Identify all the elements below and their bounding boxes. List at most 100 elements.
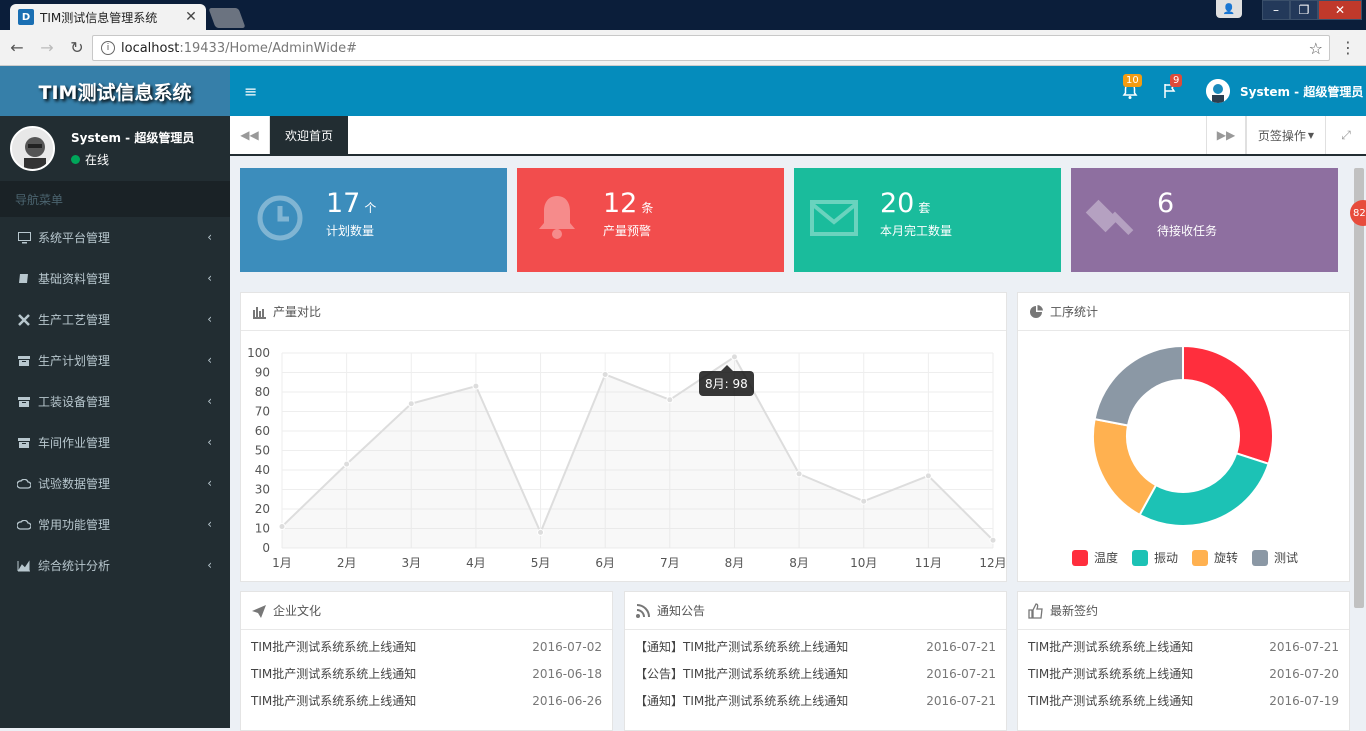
maximize-button[interactable]: ❐ bbox=[1290, 0, 1318, 20]
sidebar-toggle-icon[interactable]: ≡ bbox=[244, 82, 257, 101]
tab-operations-dropdown[interactable]: 页签操作 ▼ bbox=[1246, 116, 1326, 154]
list-item[interactable]: 【通知】TIM批产测试系统系统上线通知 2016-07-21 bbox=[625, 687, 1006, 714]
list-item-text[interactable]: 【通知】TIM批产测试系统系统上线通知 bbox=[635, 638, 848, 655]
clock-icon bbox=[252, 190, 308, 246]
stat-card-0[interactable]: 17 个计划数量 bbox=[240, 168, 507, 272]
legend-item[interactable]: 旋转 bbox=[1192, 549, 1238, 566]
list-item[interactable]: TIM批产测试系统系统上线通知 2016-07-19 bbox=[1018, 687, 1349, 714]
stat-label: 待接收任务 bbox=[1157, 224, 1218, 238]
scrollbar[interactable] bbox=[1354, 168, 1364, 608]
legend-swatch bbox=[1072, 549, 1088, 566]
back-button[interactable]: ← bbox=[4, 35, 30, 61]
tab-home[interactable]: 欢迎首页 bbox=[270, 116, 348, 154]
sidebar-item-0[interactable]: 系统平台管理 ‹ bbox=[0, 217, 230, 258]
list-item-text[interactable]: TIM批产测试系统系统上线通知 bbox=[251, 665, 416, 682]
tabs-scroll-left-icon[interactable]: ◀◀ bbox=[230, 116, 270, 154]
new-tab-button[interactable] bbox=[208, 8, 246, 28]
sidebar-item-2[interactable]: 生产工艺管理 ‹ bbox=[0, 299, 230, 340]
fullscreen-icon[interactable]: ⤢ bbox=[1326, 116, 1366, 154]
pie-slice[interactable] bbox=[1092, 417, 1158, 517]
data-point[interactable] bbox=[601, 370, 609, 378]
list-item[interactable]: TIM批产测试系统系统上线通知 2016-07-02 bbox=[241, 633, 612, 660]
chevron-left-icon: ‹ bbox=[207, 271, 212, 285]
user-status-label: 在线 bbox=[85, 153, 110, 167]
data-point[interactable] bbox=[795, 470, 803, 478]
profile-icon[interactable]: 👤 bbox=[1216, 0, 1242, 18]
y-tick-label: 80 bbox=[255, 385, 270, 399]
info-icon[interactable]: i bbox=[101, 41, 115, 55]
line-chart-panel: 产量对比 0 10 20 30 40 50 60 70 80 90 100 1月 2月 3月 4月 5月 6月 7… bbox=[240, 292, 1007, 582]
data-point[interactable] bbox=[472, 382, 480, 390]
x-tick-label: 4月 bbox=[466, 556, 486, 570]
sidebar-item-label: 常用功能管理 bbox=[38, 518, 111, 532]
data-point[interactable] bbox=[537, 528, 545, 536]
pie-slice[interactable] bbox=[1093, 344, 1184, 427]
sidebar-item-label: 系统平台管理 bbox=[38, 231, 111, 245]
forward-button[interactable]: → bbox=[34, 35, 60, 61]
tab-operations-label: 页签操作 bbox=[1257, 128, 1306, 143]
app-logo[interactable]: TIM测试信息系统 bbox=[0, 66, 230, 116]
tools-icon bbox=[17, 313, 31, 327]
browser-tab[interactable]: D TIM测试信息管理系统 ✕ bbox=[10, 4, 206, 30]
data-point[interactable] bbox=[924, 472, 932, 480]
sidebar-item-6[interactable]: 试验数据管理 ‹ bbox=[0, 463, 230, 504]
side-float-badge[interactable]: 82 bbox=[1350, 200, 1366, 226]
x-tick-label: 5月 bbox=[531, 556, 551, 570]
list-item[interactable]: TIM批产测试系统系统上线通知 2016-07-21 bbox=[1018, 633, 1349, 660]
header-user-menu[interactable]: System - 超级管理员 bbox=[1206, 79, 1363, 103]
minimize-button[interactable]: – bbox=[1262, 0, 1290, 20]
list-item-date: 2016-06-26 bbox=[532, 693, 602, 708]
reload-button[interactable]: ↻ bbox=[64, 35, 90, 61]
list-item-text[interactable]: TIM批产测试系统系统上线通知 bbox=[251, 638, 416, 655]
window-close-button[interactable]: ✕ bbox=[1318, 0, 1362, 20]
chevron-left-icon: ‹ bbox=[207, 435, 212, 449]
list-item[interactable]: 【通知】TIM批产测试系统系统上线通知 2016-07-21 bbox=[625, 633, 1006, 660]
url-input[interactable]: i localhost:19433/Home/AdminWide# ☆ bbox=[92, 35, 1330, 61]
sidebar-item-label: 试验数据管理 bbox=[38, 477, 111, 491]
list-item[interactable]: TIM批产测试系统系统上线通知 2016-06-26 bbox=[241, 687, 612, 714]
list-item-text[interactable]: TIM批产测试系统系统上线通知 bbox=[1028, 638, 1193, 655]
flag-icon[interactable]: 9 bbox=[1160, 74, 1183, 101]
legend-item[interactable]: 温度 bbox=[1072, 549, 1118, 566]
list-panel-header: 企业文化 bbox=[241, 592, 612, 630]
stat-card-1[interactable]: 12 条产量预警 bbox=[517, 168, 784, 272]
pie-slice[interactable] bbox=[1138, 452, 1270, 527]
sidebar-item-8[interactable]: 综合统计分析 ‹ bbox=[0, 545, 230, 586]
y-tick-label: 70 bbox=[255, 405, 270, 419]
data-point[interactable] bbox=[730, 353, 738, 361]
x-tick-label: 12月 bbox=[979, 556, 1006, 570]
page-tabs-row: ◀◀ 欢迎首页 ▶▶ 页签操作 ▼ ⤢ bbox=[230, 116, 1366, 156]
bookmark-star-icon[interactable]: ☆ bbox=[1309, 39, 1323, 58]
stat-card-2[interactable]: 20 套本月完工数量 bbox=[794, 168, 1061, 272]
data-point[interactable] bbox=[666, 396, 674, 404]
list-item-text[interactable]: TIM批产测试系统系统上线通知 bbox=[1028, 665, 1193, 682]
envelope-icon bbox=[806, 190, 862, 246]
legend-item[interactable]: 振动 bbox=[1132, 549, 1178, 566]
list-item-text[interactable]: 【公告】TIM批产测试系统系统上线通知 bbox=[635, 665, 848, 682]
sidebar-item-5[interactable]: 车间作业管理 ‹ bbox=[0, 422, 230, 463]
list-item-text[interactable]: TIM批产测试系统系统上线通知 bbox=[251, 692, 416, 709]
legend-item[interactable]: 测试 bbox=[1252, 549, 1298, 566]
x-tick-label: 1月 bbox=[272, 556, 292, 570]
data-point[interactable] bbox=[860, 497, 868, 505]
list-item[interactable]: TIM批产测试系统系统上线通知 2016-06-18 bbox=[241, 660, 612, 687]
sidebar-item-3[interactable]: 生产计划管理 ‹ bbox=[0, 340, 230, 381]
notifications-bell-icon[interactable]: 10 bbox=[1120, 74, 1142, 101]
list-item[interactable]: TIM批产测试系统系统上线通知 2016-07-20 bbox=[1018, 660, 1349, 687]
data-point[interactable] bbox=[407, 400, 415, 408]
data-point[interactable] bbox=[278, 523, 286, 531]
browser-menu-icon[interactable]: ⋮ bbox=[1340, 38, 1356, 57]
stat-value: 6 bbox=[1157, 188, 1178, 219]
pie-slice[interactable] bbox=[1182, 344, 1274, 466]
sidebar-item-7[interactable]: 常用功能管理 ‹ bbox=[0, 504, 230, 545]
data-point[interactable] bbox=[989, 536, 997, 544]
tabs-scroll-right-icon[interactable]: ▶▶ bbox=[1206, 116, 1246, 154]
list-item-text[interactable]: 【通知】TIM批产测试系统系统上线通知 bbox=[635, 692, 848, 709]
sidebar-item-4[interactable]: 工装设备管理 ‹ bbox=[0, 381, 230, 422]
close-tab-icon[interactable]: ✕ bbox=[184, 9, 198, 25]
sidebar-item-1[interactable]: 基础资料管理 ‹ bbox=[0, 258, 230, 299]
stat-card-3[interactable]: 6 待接收任务 bbox=[1071, 168, 1338, 272]
list-item-text[interactable]: TIM批产测试系统系统上线通知 bbox=[1028, 692, 1193, 709]
data-point[interactable] bbox=[343, 460, 351, 468]
list-item[interactable]: 【公告】TIM批产测试系统系统上线通知 2016-07-21 bbox=[625, 660, 1006, 687]
